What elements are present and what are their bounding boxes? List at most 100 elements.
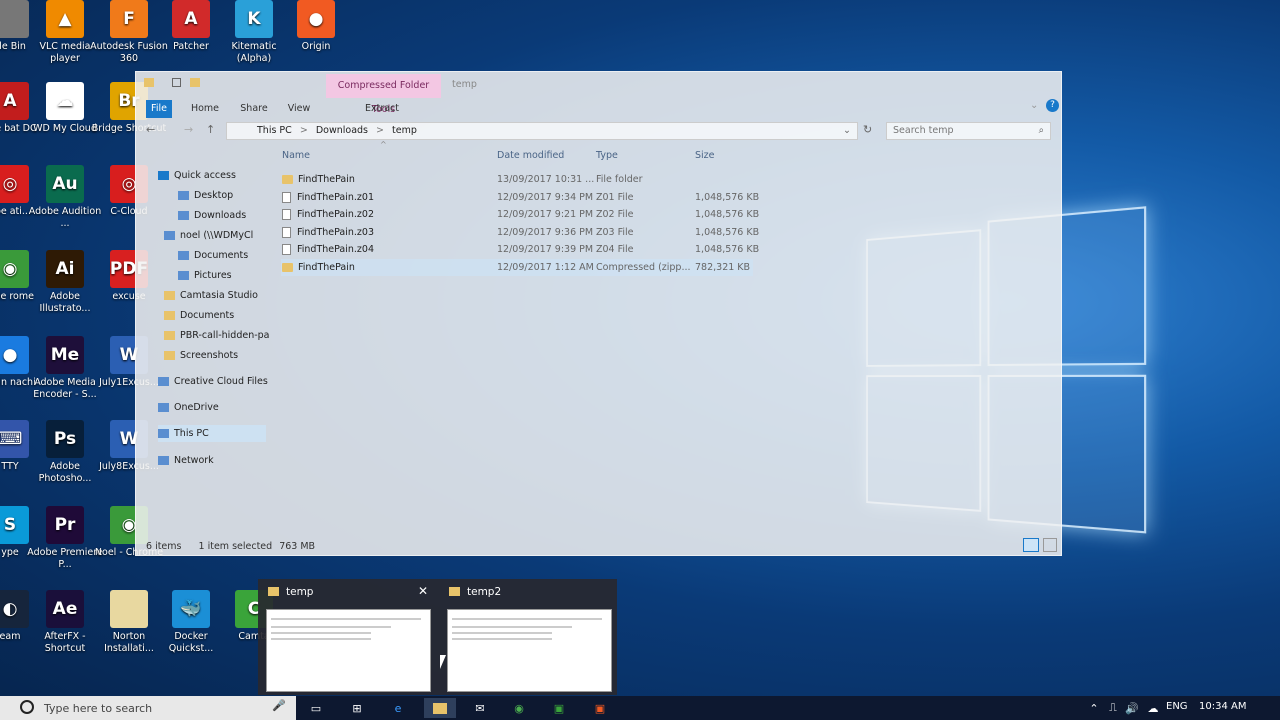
search-box[interactable]: Search temp ⌕ [886, 122, 1051, 140]
sidebar-item-onedrive[interactable]: OneDrive [158, 399, 219, 416]
sidebar-item-noel-wdmycl[interactable]: noel (\\WDMyCl [164, 227, 253, 244]
checkbox-icon[interactable] [172, 78, 181, 87]
store-icon[interactable]: ⊞ [346, 698, 368, 718]
sidebar-item-documents[interactable]: Documents [164, 307, 234, 324]
sidebar-item-downloads[interactable]: Downloads [178, 207, 246, 224]
language-indicator[interactable]: ENG [1166, 701, 1188, 712]
search-box[interactable]: Type here to search 🎤 [0, 696, 296, 720]
table-row[interactable]: FindThePain.z04 12/09/2017 9:39 PM Z04 Fil… [281, 241, 759, 258]
cloud-icon [158, 377, 169, 386]
breadcrumb-downloads[interactable]: Downloads [316, 125, 368, 136]
address-dropdown-icon[interactable]: ⌄ [843, 123, 851, 139]
tab-share[interactable]: Share [236, 100, 272, 118]
details-view-icon[interactable] [1023, 538, 1039, 552]
computer-icon [158, 429, 169, 438]
status-item-count: 6 items [146, 541, 182, 552]
up-arrow-icon[interactable]: ↑ [206, 123, 215, 136]
table-row[interactable]: FindThePain 12/09/2017 1:12 AM Compressed … [281, 258, 753, 276]
tab-view[interactable]: View [284, 100, 314, 118]
sidebar-item-desktop[interactable]: Desktop [178, 187, 233, 204]
app-icon [110, 590, 148, 628]
column-header-date[interactable]: Date modified [497, 150, 564, 161]
thumbnail-temp[interactable]: temp ✕ [258, 579, 436, 695]
app-icon[interactable]: ▣ [589, 698, 611, 718]
tab-extract[interactable]: Extract [362, 100, 402, 118]
app-icon: F [110, 0, 148, 38]
sidebar-item-pbr-call-hidden-pa[interactable]: PBR-call-hidden-pa [164, 327, 270, 344]
search-icon: ⌕ [1038, 125, 1044, 136]
file-name-text: FindThePain.z02 [297, 209, 375, 220]
sidebar-item-camtasia-studio[interactable]: Camtasia Studio [164, 287, 258, 304]
folder-icon [268, 587, 279, 596]
folder-icon [449, 587, 460, 596]
sidebar-item-pictures[interactable]: Pictures [178, 267, 232, 284]
sidebar-item-label: This PC [174, 428, 209, 439]
sidebar-item-this-pc[interactable]: This PC [158, 425, 266, 442]
thumbnail-temp2[interactable]: temp2 [439, 579, 617, 695]
column-header-type[interactable]: Type [596, 150, 618, 161]
sidebar-item-label: Pictures [194, 270, 232, 281]
microphone-icon[interactable]: 🎤 [272, 699, 286, 712]
app-icon: 🐳 [172, 590, 210, 628]
address-bar[interactable]: This PC > Downloads > temp ⌄ [226, 122, 858, 140]
folder-icon [164, 351, 175, 360]
onedrive-icon[interactable]: ☁ [1142, 698, 1164, 718]
file-explorer-window[interactable]: Compressed Folder Tools temp File Home S… [135, 71, 1062, 556]
desktop-icon-5[interactable]: ● Origin [276, 0, 356, 53]
file-type: Z02 File [596, 209, 634, 220]
sidebar-item-documents[interactable]: Documents [178, 247, 248, 264]
file-type: File folder [596, 174, 643, 185]
back-arrow-icon[interactable]: ← [146, 123, 155, 136]
qat-icons[interactable] [144, 78, 214, 90]
file-size: 782,321 KB [695, 261, 751, 273]
breadcrumb-this-pc[interactable]: This PC [257, 125, 292, 136]
file-explorer-icon[interactable] [424, 698, 456, 718]
close-icon[interactable]: ✕ [418, 584, 428, 598]
task-view-icon[interactable]: ▭ [305, 698, 327, 718]
column-header-name[interactable]: Name [282, 150, 310, 161]
status-size: 763 MB [279, 541, 316, 552]
zip-folder-icon [282, 262, 293, 272]
search-icon [20, 700, 34, 714]
tab-home[interactable]: Home [188, 100, 222, 118]
breadcrumb-temp[interactable]: temp [392, 125, 417, 136]
refresh-icon[interactable]: ↻ [863, 123, 872, 136]
navigation-pane[interactable]: Quick access Desktop Downloads noel (\\WDMy… [136, 157, 270, 517]
file-name-text: FindThePain [298, 174, 355, 185]
thumbnail-title: temp [286, 586, 314, 598]
large-icons-view-icon[interactable] [1043, 538, 1057, 552]
sidebar-item-creative-cloud-files[interactable]: Creative Cloud Files [158, 373, 268, 390]
folder-icon [164, 291, 175, 300]
table-row[interactable]: FindThePain.z02 12/09/2017 9:21 PM Z02 Fil… [281, 206, 759, 223]
status-bar: 6 items 1 item selected 763 MB [146, 541, 315, 552]
sidebar-item-label: Quick access [174, 170, 236, 181]
help-icon[interactable]: ? [1046, 99, 1059, 112]
forward-arrow-icon[interactable]: → [184, 123, 193, 136]
file-date: 12/09/2017 9:21 PM [497, 209, 594, 220]
table-row[interactable]: FindThePain.z01 12/09/2017 9:34 PM Z01 Fil… [281, 189, 759, 206]
sidebar-item-network[interactable]: Network [158, 452, 214, 469]
volume-icon[interactable]: 🔊 [1121, 698, 1143, 718]
sidebar-item-screenshots[interactable]: Screenshots [164, 347, 238, 364]
file-name: FindThePain.z01 [282, 189, 374, 206]
tab-file[interactable]: File [146, 100, 172, 118]
chrome-icon[interactable]: ◉ [508, 698, 530, 718]
chevron-down-icon[interactable]: ⌄ [1030, 100, 1038, 111]
taskbar-thumbnails: temp ✕ temp2 [258, 579, 617, 695]
table-row[interactable]: FindThePain 13/09/2017 10:31 ... File fold… [281, 171, 753, 188]
app-icon: Pr [46, 506, 84, 544]
status-selected: 1 item selected [198, 541, 273, 552]
mail-icon[interactable]: ✉ [469, 698, 491, 718]
breadcrumb-separator: > [376, 125, 384, 136]
camtasia-icon[interactable]: ▣ [548, 698, 570, 718]
file-name-text: FindThePain [298, 261, 355, 273]
sidebar-item-label: Creative Cloud Files [174, 376, 268, 387]
folder-new-icon[interactable] [190, 78, 200, 87]
sidebar-item-quick-access[interactable]: Quick access [158, 167, 236, 184]
edge-icon[interactable]: e [387, 698, 409, 718]
sort-up-icon: ^ [380, 140, 387, 149]
table-row[interactable]: FindThePain.z03 12/09/2017 9:36 PM Z03 Fil… [281, 224, 759, 241]
compressed-folder-tools-tab[interactable]: Compressed Folder Tools [326, 74, 441, 115]
clock[interactable]: 10:34 AM [1199, 701, 1246, 712]
column-header-size[interactable]: Size [695, 150, 715, 161]
